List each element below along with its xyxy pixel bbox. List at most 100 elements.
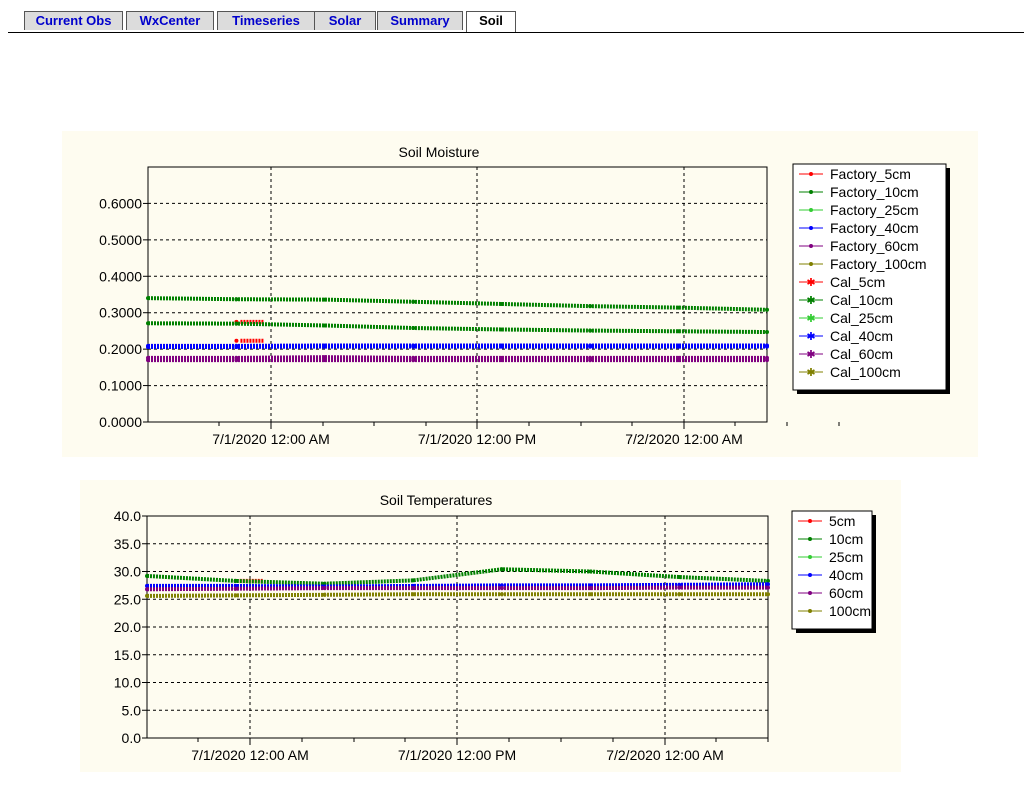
y-tick-label: 0.5000	[99, 232, 142, 248]
y-tick-label: 25.0	[114, 591, 141, 607]
chart-title: Soil Temperatures	[380, 492, 493, 508]
legend-item-cal-10cm: ✱ Cal_10cm	[799, 292, 893, 308]
data-point	[322, 592, 327, 597]
data-point	[499, 344, 504, 349]
legend-dot-marker	[809, 262, 813, 266]
data-point	[588, 569, 593, 574]
soil-moisture-panel: Soil Moisture 0.0000 0.1000 0.2000 0.3000 0.4…	[62, 131, 978, 457]
tab-current-obs[interactable]: Current Obs	[24, 11, 123, 30]
data-point	[146, 344, 150, 349]
x-tick-label: 7/2/2020 12:00 AM	[625, 431, 743, 447]
y-tick-label: 20.0	[114, 619, 141, 635]
data-point	[766, 592, 770, 597]
legend-item-cal-25cm: ✱ Cal_25cm	[799, 310, 893, 326]
legend-star-marker: ✱	[806, 312, 815, 325]
x-tick-label: 7/1/2020 12:00 PM	[398, 747, 516, 763]
data-point	[765, 344, 769, 349]
data-point	[676, 329, 681, 334]
legend-dot-marker	[808, 519, 812, 523]
data-point	[499, 586, 504, 591]
y-tick-label: 0.0	[122, 730, 142, 746]
data-point	[411, 344, 416, 349]
data-point	[588, 358, 593, 363]
data-point	[765, 330, 769, 335]
data-point	[145, 593, 149, 598]
data-point	[234, 297, 239, 302]
legend-star-marker: ✱	[806, 366, 815, 379]
legend-dot-marker	[808, 591, 812, 595]
x-tick-label: 7/1/2020 12:00 AM	[212, 431, 330, 447]
data-point	[677, 592, 682, 597]
legend-label: Cal_100cm	[830, 364, 901, 380]
legend-label: Cal_60cm	[830, 346, 893, 362]
legend-dot-marker	[808, 609, 812, 613]
data-point	[499, 358, 504, 363]
tab-wxcenter[interactable]: WxCenter	[126, 11, 214, 30]
data-point	[411, 358, 416, 363]
y-tick-label: 15.0	[114, 647, 141, 663]
y-tick-label: 30.0	[114, 564, 141, 580]
data-point	[234, 321, 239, 326]
tab-summary[interactable]: Summary	[377, 11, 463, 30]
tab-solar[interactable]: Solar	[314, 11, 376, 30]
data-point	[411, 586, 416, 591]
legend-label: 60cm	[829, 585, 863, 601]
chart-title: Soil Moisture	[399, 144, 480, 160]
data-point	[145, 573, 149, 578]
x-tick-label: 7/1/2020 12:00 PM	[418, 431, 536, 447]
y-tick-label: 0.1000	[99, 378, 142, 394]
data-point	[676, 344, 681, 349]
legend-item-cal-40cm: ✱ Cal_40cm	[799, 328, 893, 344]
data-point	[146, 296, 150, 301]
data-point	[411, 592, 416, 597]
data-point	[322, 344, 327, 349]
legend-dot-marker	[809, 208, 813, 212]
data-point	[676, 358, 681, 363]
soil-temperatures-panel: Soil Temperatures 0.0 5.0 10.0 15.0 20.0 25.0 3…	[80, 480, 901, 772]
legend-star-marker: ✱	[806, 276, 815, 289]
data-point	[233, 578, 238, 583]
y-tick-label: 40.0	[114, 508, 141, 524]
legend-item-cal-60cm: ✱ Cal_60cm	[799, 346, 893, 362]
y-tick-label: 0.6000	[99, 195, 142, 211]
legend-label: Factory_100cm	[830, 256, 926, 272]
data-point	[322, 586, 327, 591]
data-point	[146, 321, 150, 326]
data-point	[234, 344, 239, 349]
y-tick-label: 5.0	[122, 702, 142, 718]
data-point	[411, 578, 416, 583]
data-point	[588, 304, 593, 309]
data-point	[677, 585, 682, 590]
data-point	[588, 586, 593, 591]
tab-timeseries[interactable]: Timeseries	[217, 11, 315, 30]
data-point	[322, 297, 327, 302]
x-tick-label: 7/1/2020 12:00 AM	[191, 747, 309, 763]
plot-area	[147, 166, 768, 423]
legend-dot-marker	[809, 190, 813, 194]
y-tick-label: 0.0000	[99, 414, 142, 430]
legend-label: Factory_10cm	[830, 184, 919, 200]
legend-dot-marker	[808, 573, 812, 577]
data-point	[499, 301, 504, 306]
legend-item-cal-5cm: ✱ Cal_5cm	[799, 274, 885, 290]
legend-dot-marker	[809, 172, 813, 176]
legend-star-marker: ✱	[806, 330, 815, 343]
y-tick-label: 35.0	[114, 536, 141, 552]
data-point	[676, 305, 681, 310]
data-point	[588, 344, 593, 349]
data-point	[411, 299, 416, 304]
legend-label: Cal_10cm	[830, 292, 893, 308]
data-point	[322, 358, 327, 363]
legend-label: Factory_40cm	[830, 220, 919, 236]
data-point	[588, 328, 593, 333]
y-tick-label: 0.2000	[99, 341, 142, 357]
data-point	[499, 567, 504, 572]
legend-label: 40cm	[829, 567, 863, 583]
data-point	[766, 585, 770, 590]
tab-soil[interactable]: Soil	[466, 11, 516, 32]
data-point	[677, 575, 682, 580]
data-point	[765, 358, 769, 363]
legend-dot-marker	[808, 537, 812, 541]
legend-label: Cal_25cm	[830, 310, 893, 326]
y-tick-label: 10.0	[114, 675, 141, 691]
